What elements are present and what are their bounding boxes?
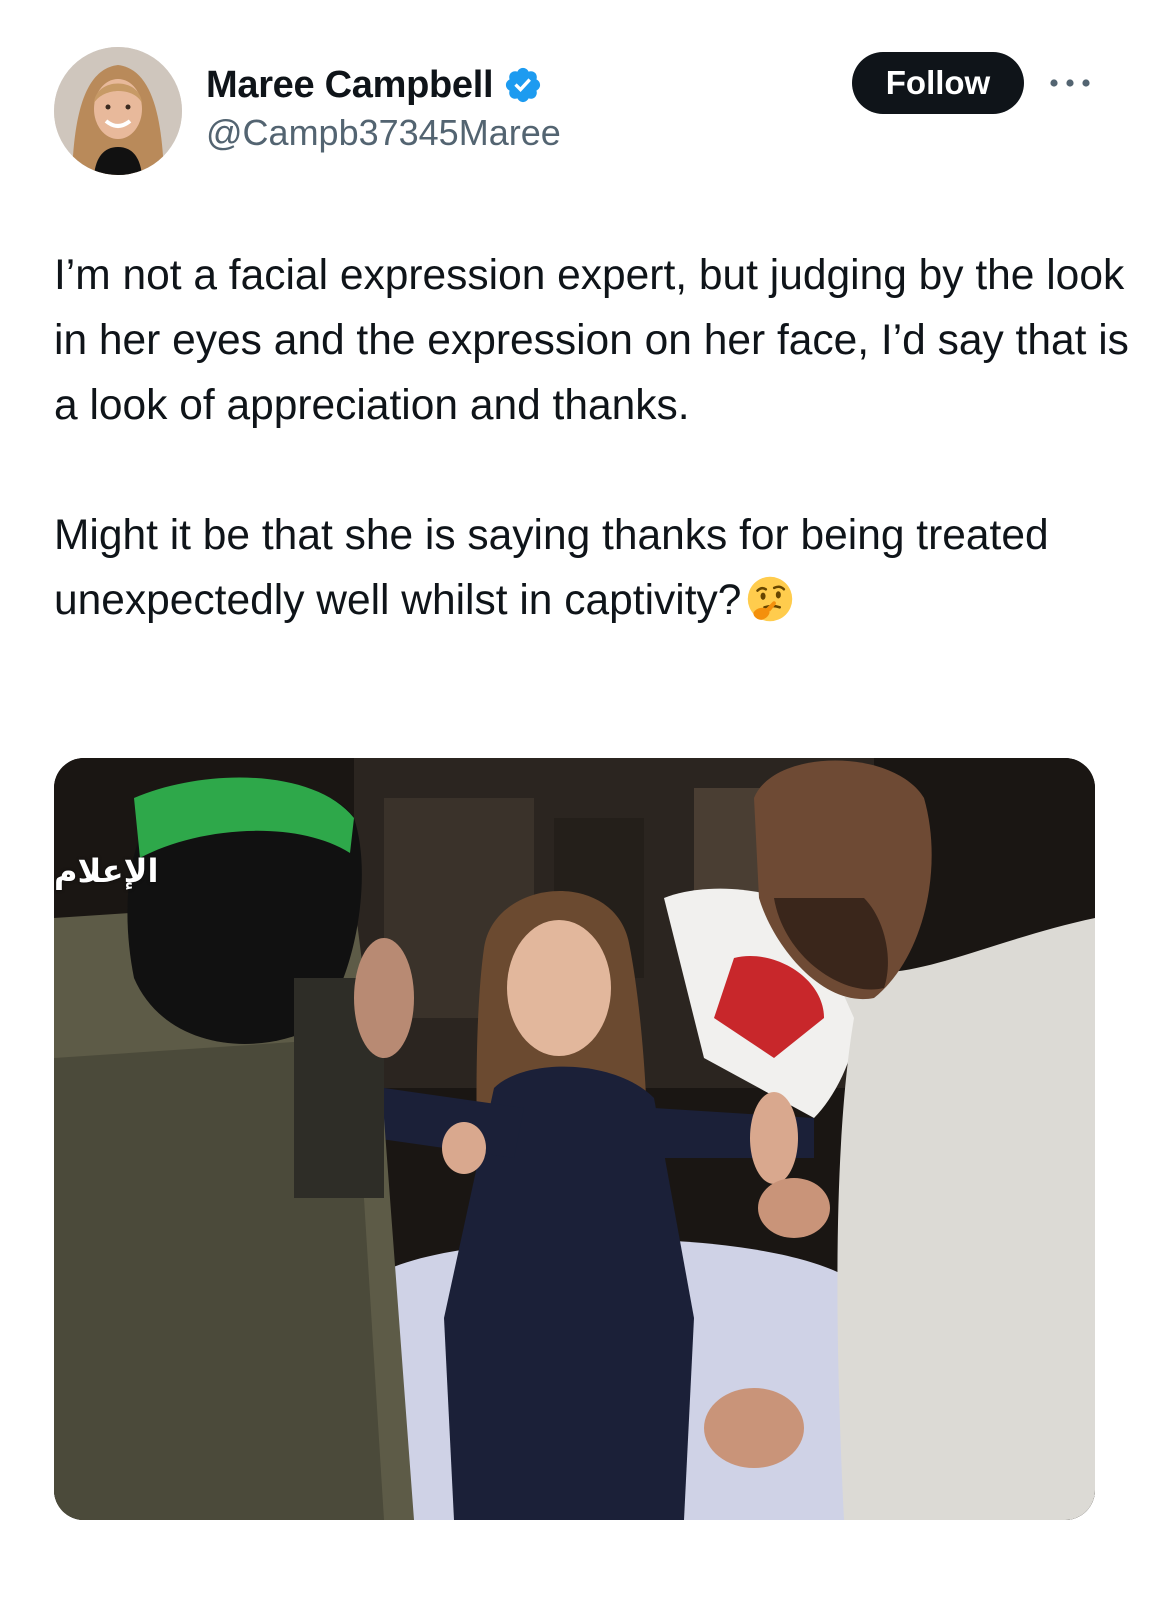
tweet-media-image[interactable]: الإعلام xyxy=(54,758,1095,1520)
display-name[interactable]: Maree Campbell xyxy=(206,64,494,107)
tweet-paragraph: I’m not a facial expression expert, but … xyxy=(54,252,1129,429)
media-watermark: الإعلام xyxy=(54,852,159,890)
verified-badge-icon[interactable] xyxy=(503,65,543,105)
avatar-image xyxy=(54,47,182,175)
avatar[interactable] xyxy=(54,47,182,175)
photo-scene xyxy=(54,758,1095,1520)
more-horizontal-icon[interactable] xyxy=(1048,68,1092,98)
follow-button[interactable]: Follow xyxy=(852,52,1024,114)
thinking-face-icon xyxy=(745,574,795,624)
tweet-paragraph-text: Might it be that she is saying thanks fo… xyxy=(54,512,1049,624)
tweet-text: I’m not a facial expression expert, but … xyxy=(54,243,1129,633)
author-handle[interactable]: @Campb37345Maree xyxy=(206,112,561,154)
author-name-row: Maree Campbell xyxy=(206,60,543,110)
tweet-paragraph-with-emoji: Might it be that she is saying thanks fo… xyxy=(54,503,1129,633)
